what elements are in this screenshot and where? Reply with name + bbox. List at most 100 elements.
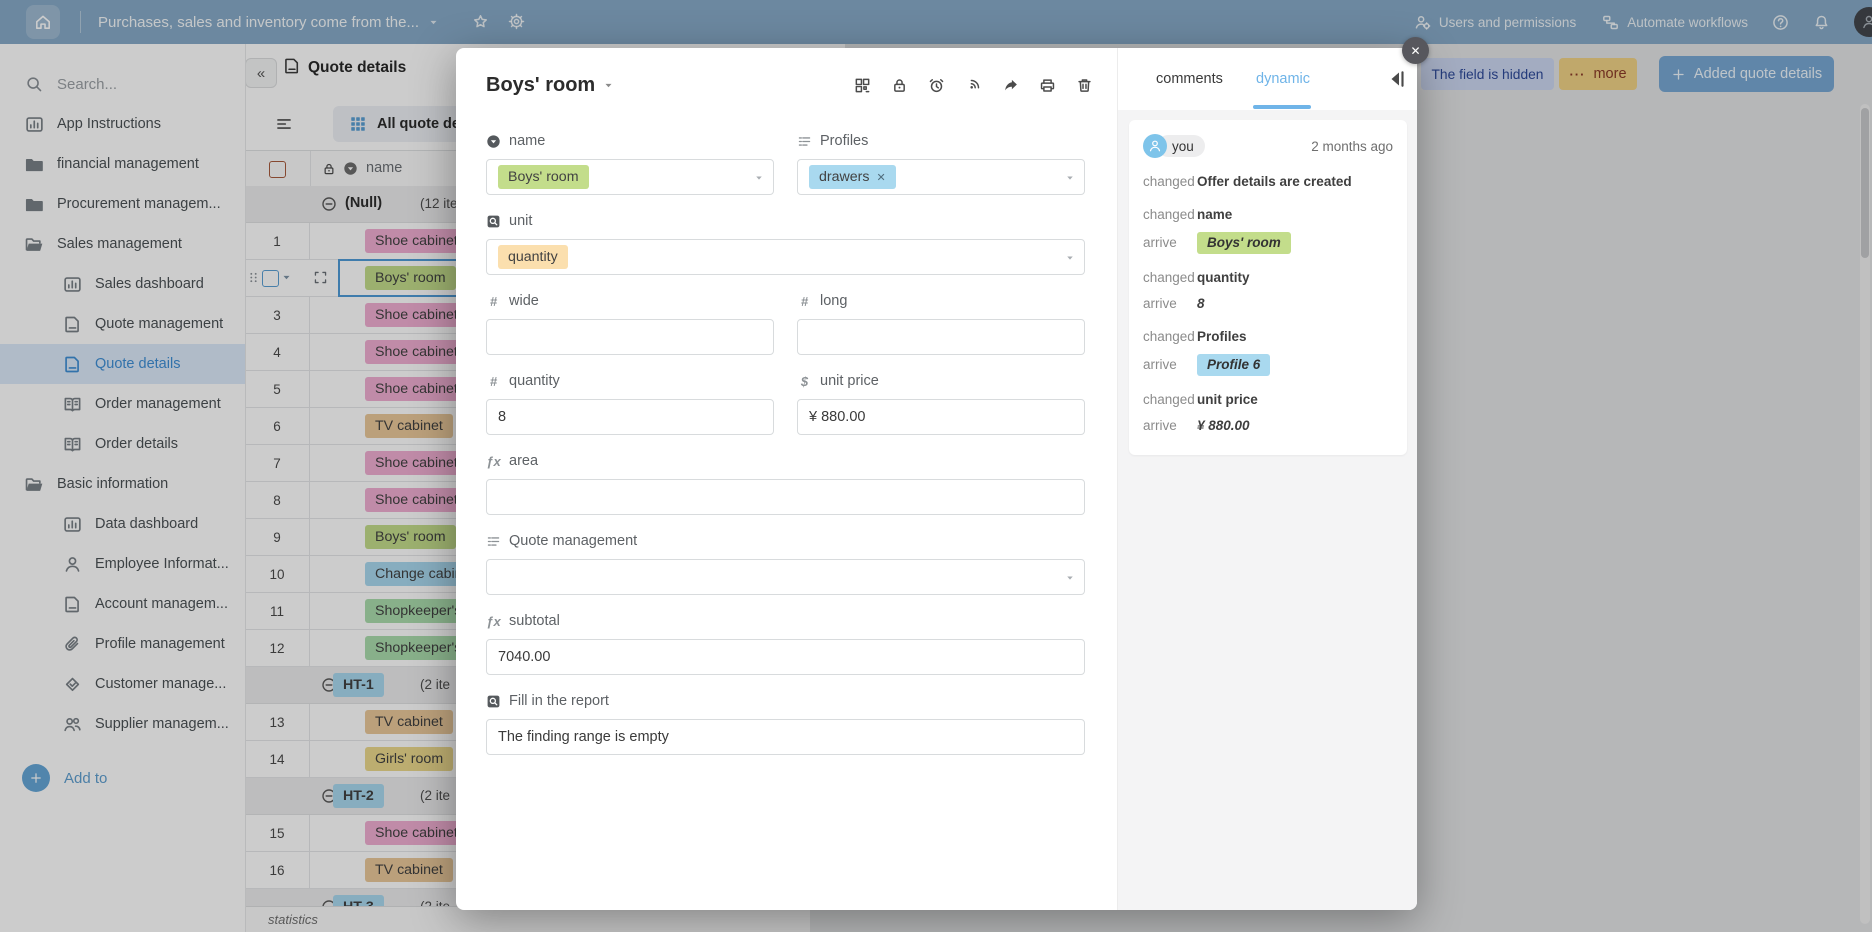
field-label: Quote management xyxy=(509,533,638,549)
field-unit-price: $ unit price ¥ 880.00 xyxy=(797,372,1085,435)
field-label-wide: # wide xyxy=(486,292,774,310)
activity-card-header: you 2 months ago xyxy=(1143,134,1393,158)
tag-boys-room: Boys' room xyxy=(498,165,589,189)
input-fill-in-the-report[interactable]: The finding range is empty xyxy=(486,719,1085,755)
field-label: area xyxy=(509,453,539,469)
close-modal-button[interactable]: ✕ xyxy=(1402,37,1429,64)
input-name[interactable]: Boys' room xyxy=(486,159,774,195)
formula-field-icon: ƒx xyxy=(486,613,501,629)
field-label: subtotal xyxy=(509,613,560,629)
tag-boys-room: Boys' room xyxy=(1197,232,1291,254)
field-area: ƒx area xyxy=(486,452,1085,515)
record-fields: name Boys' room Profiles drawers ✕ unit quanti… xyxy=(456,132,1117,755)
entry-value: Profiles xyxy=(1197,329,1247,344)
entry-action: arrive xyxy=(1143,418,1177,433)
tag-label: quantity xyxy=(508,249,558,265)
record-title[interactable]: Boys' room xyxy=(486,74,595,97)
activity-entries: changed Offer details are created changed n… xyxy=(1143,173,1393,435)
printer-icon[interactable] xyxy=(1039,77,1056,94)
activity-timestamp: 2 months ago xyxy=(1311,138,1393,154)
dropdown-caret-icon[interactable] xyxy=(1065,253,1075,263)
formula-field-icon: ƒx xyxy=(486,453,501,469)
input-unit-price[interactable]: ¥ 880.00 xyxy=(797,399,1085,435)
field-quote-management: Quote management xyxy=(486,532,1085,595)
activity-entry: arrive Boys' room xyxy=(1143,232,1393,254)
input-quote-management[interactable] xyxy=(486,559,1085,595)
field-label-quote-management: Quote management xyxy=(486,532,1085,550)
tab-dynamic[interactable]: dynamic xyxy=(1256,48,1310,110)
field-wide: # wide xyxy=(486,292,774,355)
activity-panel: comments dynamic you 2 months ago change… xyxy=(1117,48,1417,910)
activity-card: you 2 months ago changed Offer details ar… xyxy=(1129,120,1407,455)
field-name: name Boys' room xyxy=(486,132,774,195)
share-icon[interactable] xyxy=(1002,77,1019,94)
entry-action: changed xyxy=(1143,207,1195,222)
input-wide[interactable] xyxy=(486,319,774,355)
field-label: quantity xyxy=(509,373,560,389)
lookup-field-icon xyxy=(486,694,501,709)
activity-entry: arrive ¥ 880.00 xyxy=(1143,417,1393,435)
record-actions xyxy=(854,77,1093,94)
collapse-panel-icon[interactable] xyxy=(1387,69,1407,89)
tag-label: Profile 6 xyxy=(1207,357,1261,372)
entry-value: unit price xyxy=(1197,392,1258,407)
lock-icon[interactable] xyxy=(891,77,908,94)
field-row: Fill in the report The finding range is e… xyxy=(486,692,1085,755)
active-tab-underline xyxy=(1253,105,1311,109)
tab-comments[interactable]: comments xyxy=(1156,48,1223,110)
select-field-icon xyxy=(486,134,501,149)
tag-drawers: drawers ✕ xyxy=(809,165,896,189)
record-form: Boys' room name Boys' room Profiles drawers… xyxy=(456,48,1117,910)
field-label-long: # long xyxy=(797,292,1085,310)
field-row: # wide # long xyxy=(486,292,1085,355)
field-label-unit: unit xyxy=(486,212,1085,230)
field-label-name: name xyxy=(486,132,774,150)
field-row: unit quantity xyxy=(486,212,1085,275)
field-label-unit-price: $ unit price xyxy=(797,372,1085,390)
entry-action: changed xyxy=(1143,329,1195,344)
field-row: Quote management xyxy=(486,532,1085,595)
input-long[interactable] xyxy=(797,319,1085,355)
chevron-down-icon[interactable] xyxy=(603,80,614,91)
field-row: ƒx area xyxy=(486,452,1085,515)
tag-label: drawers xyxy=(819,169,870,185)
field-label: Fill in the report xyxy=(509,693,609,709)
field-label-area: ƒx area xyxy=(486,452,1085,470)
trash-icon[interactable] xyxy=(1076,77,1093,94)
tag-profile-6: Profile 6 xyxy=(1197,354,1271,376)
tag-label: Boys' room xyxy=(508,169,579,185)
broadcast-icon[interactable] xyxy=(965,77,982,94)
dropdown-caret-icon[interactable] xyxy=(1065,173,1075,183)
person-icon xyxy=(1148,139,1162,153)
input-area[interactable] xyxy=(486,479,1085,515)
activity-entry: changed unit price xyxy=(1143,391,1393,409)
input-quantity[interactable]: 8 xyxy=(486,399,774,435)
entry-value: Offer details are created xyxy=(1197,174,1352,189)
activity-entry: arrive Profile 6 xyxy=(1143,354,1393,376)
input-subtotal[interactable]: 7040.00 xyxy=(486,639,1085,675)
input-unit[interactable]: quantity xyxy=(486,239,1085,275)
field-label: unit xyxy=(509,213,533,229)
input-profiles[interactable]: drawers ✕ xyxy=(797,159,1085,195)
field-value: ¥ 880.00 xyxy=(809,409,866,425)
activity-entry: changed quantity xyxy=(1143,269,1393,287)
entry-value: name xyxy=(1197,207,1233,222)
field-unit: unit quantity xyxy=(486,212,1085,275)
activity-tabs: comments dynamic xyxy=(1118,48,1417,110)
field-label-profiles: Profiles xyxy=(797,132,1085,150)
field-label: name xyxy=(509,133,546,149)
dropdown-caret-icon[interactable] xyxy=(754,173,764,183)
entry-value: quantity xyxy=(1197,270,1250,285)
tag-label: Boys' room xyxy=(1207,235,1281,250)
field-label: unit price xyxy=(820,373,879,389)
entry-action: arrive xyxy=(1143,357,1177,372)
field-value: The finding range is empty xyxy=(498,729,669,745)
alarm-icon[interactable] xyxy=(928,77,945,94)
record-header: Boys' room xyxy=(456,48,1117,105)
entry-value: Boys' room xyxy=(1197,232,1291,254)
number-field-icon: # xyxy=(800,293,809,309)
dropdown-caret-icon[interactable] xyxy=(1065,573,1075,583)
tag-quantity: quantity xyxy=(498,245,568,269)
remove-tag-icon[interactable]: ✕ xyxy=(876,171,885,184)
qr-code-icon[interactable] xyxy=(854,77,871,94)
